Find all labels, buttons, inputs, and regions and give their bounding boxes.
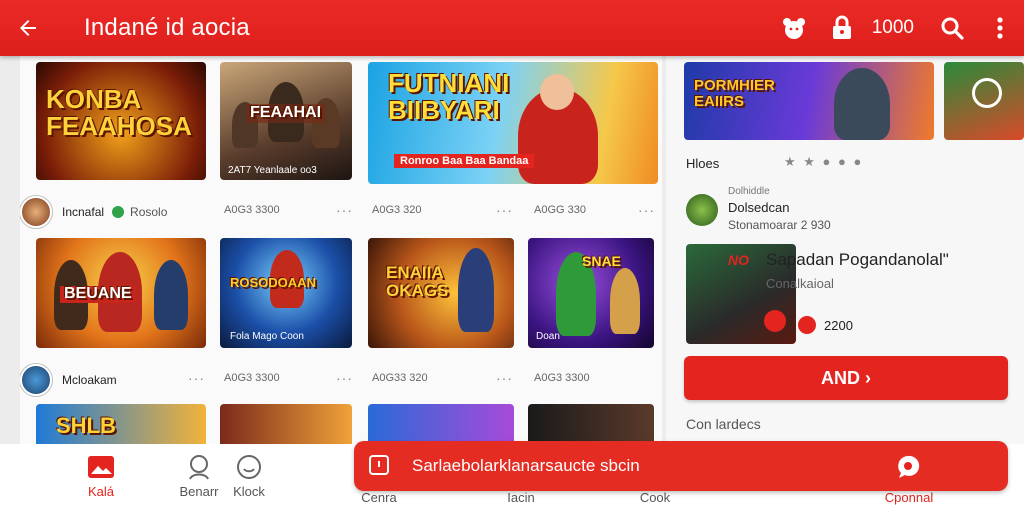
more-options-icon[interactable]: ··· [496,202,513,218]
video-meta: A0G3 3300 [224,204,280,216]
calendar-icon [368,452,390,481]
video-thumbnail[interactable] [220,404,352,444]
more-options-icon[interactable]: ··· [496,370,513,386]
verified-icon [112,206,125,218]
nav-item-kala[interactable]: Kalá [56,450,146,499]
video-count: 2200 [824,318,853,333]
top-app-bar: Indané id aocia 1000 [0,0,1024,56]
nav-label: Cook [639,490,671,505]
thumbnail-caption: Fola Mago Coon [230,331,304,342]
banner-text: Sarlaebolarklanarsaucte sbcin [412,456,640,475]
nav-label: Cponnal [884,490,934,505]
rating-dots: ★ ★ ● ● ● [784,154,864,169]
nav-label: Cenra [361,490,397,505]
top-actions: 1000 [770,0,1024,56]
promo-thumbnail[interactable] [944,62,1024,140]
profile-avatar[interactable] [686,194,718,226]
video-thumbnail[interactable]: SHLB [36,404,206,444]
video-meta: A0G3 320 [372,204,422,216]
search-icon[interactable] [972,78,1002,108]
image-icon [56,450,146,484]
video-thumbnail[interactable]: ENAIIA OKAGS [368,238,514,348]
thumbnail-title: SNAE [582,253,621,269]
thumbnail-title: KONBA FEAAHOSA [46,84,192,142]
thumbnail-title: FEAAHAI [246,104,326,123]
thumbnail-title: SHLB [56,413,116,438]
more-options-icon[interactable]: ··· [336,370,353,386]
lock-icon[interactable] [818,0,866,56]
thumbnail-title: PORMHIER EAIIRS [694,77,775,110]
video-feed: KONBA FEAAHOSA FEAAHAI 2AT7 Yeanlaale oo… [20,56,662,444]
video-meta: A0GG 330 [534,204,586,216]
card-subtitle: Conalkaioal [766,276,834,291]
nav-item-cponnal[interactable]: Cponnal [864,490,954,505]
notification-banner[interactable]: Sarlaebolarklanarsaucte sbcin [354,441,1008,491]
footer-label: Con lardecs [686,416,761,432]
thumbnail-title: ROSODOAAN [230,275,316,290]
primary-action-button[interactable]: AND › [684,356,1008,400]
section-label: Hloes [686,156,720,171]
play-count-icon [798,316,816,334]
channel-header[interactable]: Mcloakam [20,364,117,396]
channel-name: Incnafal [62,205,105,219]
video-thumbnail[interactable]: ROSODOAAN Fola Mago Coon [220,238,352,348]
thumbnail-caption: Doan [536,331,560,342]
avatar[interactable] [20,196,52,228]
channel-header[interactable]: Incnafal Rosolo [20,196,167,228]
bear-icon[interactable] [770,0,818,56]
video-meta: A0G3 3300 [534,372,590,384]
more-options-icon[interactable]: ··· [638,202,655,218]
card-title: Sapadan Pogandanolal" [766,250,949,269]
nav-label: Kalá [87,484,115,499]
profile-meta: Stonamoarar 2 930 [728,218,831,232]
coin-count[interactable]: 1000 [872,17,914,39]
video-thumbnail[interactable]: BEUANE [36,238,206,348]
profile-name: Dolsedcan [728,200,790,215]
chat-bubble-icon[interactable] [894,453,922,486]
thumbnail-caption: 2AT7 Yeanlaale oo3 [228,165,317,176]
channel-name: Mcloakam [62,373,117,387]
search-icon[interactable] [928,0,976,56]
thumbnail-title: FUTNIANI BIIBYARI [388,68,510,126]
nav-item-klock[interactable]: Klock [204,450,294,499]
thumbnail-caption: Ronroo Baa Baa Bandaa [394,154,535,168]
video-meta: A0G33 320 [372,372,428,384]
avatar[interactable] [20,364,52,396]
video-meta: A0G3 3300 [224,372,280,384]
card-tag: NO [728,252,749,268]
play-icon[interactable] [764,310,786,332]
nav-item-cook[interactable]: Cook [610,490,700,505]
nav-label: Klock [233,484,265,499]
nav-item-iacin[interactable]: Iacin [476,490,566,505]
featured-thumbnail[interactable]: FEAAHAI 2AT7 Yeanlaale oo3 [220,62,352,180]
video-thumbnail[interactable] [528,404,654,444]
more-options-icon[interactable]: ··· [336,202,353,218]
more-vertical-icon[interactable] [976,0,1024,56]
featured-thumbnail[interactable]: KONBA FEAAHOSA [36,62,206,180]
back-arrow-icon[interactable] [0,0,56,56]
profile-handle: Dolhiddle [728,186,770,197]
app-title: Indané id aocia [84,14,250,41]
thumbnail-title: ENAIIA OKAGS [386,263,449,300]
nav-label: Iacin [507,490,535,505]
video-thumbnail[interactable] [368,404,514,444]
smile-icon [204,450,294,484]
more-options-icon[interactable]: ··· [188,370,205,386]
channel-tag: Rosolo [130,205,168,219]
video-thumbnail[interactable]: SNAE Doan [528,238,654,348]
nav-item-cenra[interactable]: Cenra [334,490,424,505]
promo-thumbnail[interactable]: PORMHIER EAIIRS [684,62,934,140]
thumbnail-title: BEUANE [60,285,136,303]
featured-thumbnail[interactable]: FUTNIANI BIIBYARI Ronroo Baa Baa Bandaa [368,62,658,184]
